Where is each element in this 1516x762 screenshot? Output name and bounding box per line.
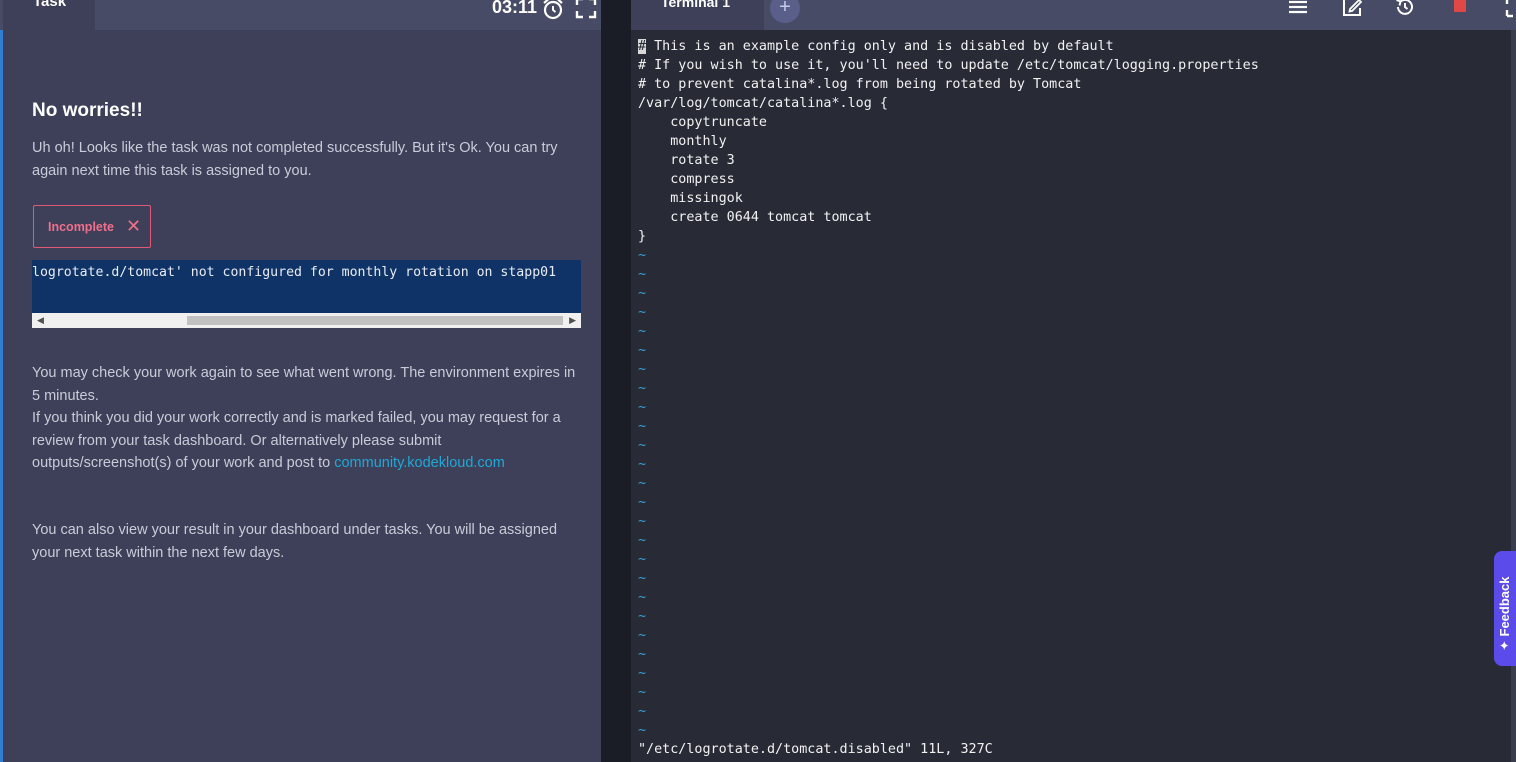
terminal-line: monthly bbox=[638, 134, 727, 149]
panel-accent-edge bbox=[0, 0, 3, 762]
panel-divider[interactable] bbox=[601, 0, 631, 762]
vim-status-line: "/etc/logrotate.d/tomcat.disabled" 11L, … bbox=[638, 742, 993, 757]
terminal-line: compress bbox=[638, 172, 735, 187]
alarm-clock-icon[interactable] bbox=[541, 0, 565, 21]
vim-empty-line: ~ bbox=[638, 438, 647, 453]
scroll-left-arrow-icon[interactable]: ◀ bbox=[37, 315, 44, 326]
vim-empty-line: ~ bbox=[638, 685, 647, 700]
vim-empty-line: ~ bbox=[638, 609, 647, 624]
terminal-panel: Terminal 1 + # This is an example config… bbox=[631, 0, 1516, 762]
dashboard-note: You can also view your result in your da… bbox=[32, 522, 558, 561]
vim-empty-line: ~ bbox=[638, 248, 647, 263]
history-icon[interactable] bbox=[1394, 0, 1416, 18]
status-badge-label: Incomplete bbox=[48, 220, 114, 234]
error-message: logrotate.d/tomcat' not configured for m… bbox=[32, 265, 557, 280]
review-instructions: You may check your work again to see wha… bbox=[32, 362, 580, 475]
scroll-right-arrow-icon[interactable]: ▶ bbox=[569, 315, 576, 326]
menu-icon[interactable] bbox=[1287, 0, 1309, 18]
vim-empty-line: ~ bbox=[638, 381, 647, 396]
review-instructions-line1: You may check your work again to see wha… bbox=[32, 365, 576, 404]
task-panel: Task 03:11 No worries!! Uh oh! Looks lik… bbox=[0, 0, 601, 762]
feedback-label: ✦ Feedback bbox=[1497, 576, 1512, 651]
terminal-cursor: # bbox=[638, 39, 647, 54]
result-message: Uh oh! Looks like the task was not compl… bbox=[32, 140, 558, 179]
vim-empty-line: ~ bbox=[638, 647, 647, 662]
review-instructions-line2: If you think you did your work correctly… bbox=[32, 407, 580, 475]
terminal-lines: # If you wish to use it, you'll need to … bbox=[638, 56, 1508, 246]
terminal-line-text: This is an example config only and is di… bbox=[646, 39, 1114, 54]
terminal-line: # to prevent catalina*.log from being ro… bbox=[638, 77, 1082, 92]
terminal-line: # This is an example config only and is … bbox=[638, 37, 1508, 56]
vim-empty-line: ~ bbox=[638, 666, 647, 681]
tab-task[interactable]: Task bbox=[3, 0, 95, 30]
terminal-panel-header: Terminal 1 + bbox=[631, 0, 1516, 30]
vim-empty-line: ~ bbox=[638, 723, 647, 738]
status-badge: Incomplete ✕ bbox=[33, 205, 151, 248]
terminal-output[interactable]: # This is an example config only and is … bbox=[638, 37, 1508, 740]
edit-icon[interactable] bbox=[1341, 0, 1363, 18]
terminal-line: copytruncate bbox=[638, 115, 767, 130]
vim-empty-lines: ~ ~ ~ ~ ~ ~ ~ ~ ~ ~ ~ ~ ~ ~ ~ ~ ~ ~ ~ ~ ~ ~ ~ ~ ~ ~ bbox=[638, 246, 1508, 740]
terminal-line: create 0644 tomcat tomcat bbox=[638, 210, 872, 225]
error-output-box: logrotate.d/tomcat' not configured for m… bbox=[32, 260, 581, 313]
scrollbar-thumb[interactable] bbox=[187, 316, 563, 325]
vim-empty-line: ~ bbox=[638, 571, 647, 586]
vim-empty-line: ~ bbox=[638, 305, 647, 320]
countdown-timer: 03:11 bbox=[492, 0, 538, 17]
vim-empty-line: ~ bbox=[638, 533, 647, 548]
community-link[interactable]: community.kodekloud.com bbox=[334, 455, 505, 471]
vim-empty-line: ~ bbox=[638, 476, 647, 491]
vim-empty-line: ~ bbox=[638, 343, 647, 358]
terminal-line: # If you wish to use it, you'll need to … bbox=[638, 58, 1259, 73]
tab-task-label: Task bbox=[33, 0, 67, 10]
vim-empty-line: ~ bbox=[638, 457, 647, 472]
vim-empty-line: ~ bbox=[638, 514, 647, 529]
feedback-button[interactable]: ✦ Feedback bbox=[1494, 551, 1516, 666]
terminal-line: /var/log/tomcat/catalina*.log { bbox=[638, 96, 888, 111]
vim-empty-line: ~ bbox=[638, 324, 647, 339]
vim-empty-line: ~ bbox=[638, 419, 647, 434]
add-terminal-button[interactable]: + bbox=[770, 0, 800, 23]
result-title: No worries!! bbox=[32, 100, 143, 121]
terminal-line: missingok bbox=[638, 191, 743, 206]
vim-empty-line: ~ bbox=[638, 628, 647, 643]
vim-empty-line: ~ bbox=[638, 286, 647, 301]
stop-icon[interactable] bbox=[1454, 0, 1466, 12]
vim-empty-line: ~ bbox=[638, 552, 647, 567]
task-panel-header: Task 03:11 bbox=[0, 0, 601, 30]
vim-empty-line: ~ bbox=[638, 704, 647, 719]
terminal-line: rotate 3 bbox=[638, 153, 735, 168]
vim-empty-line: ~ bbox=[638, 400, 647, 415]
vim-empty-line: ~ bbox=[638, 362, 647, 377]
expand-icon[interactable] bbox=[1505, 0, 1516, 18]
vim-empty-line: ~ bbox=[638, 267, 647, 282]
fullscreen-icon[interactable] bbox=[575, 0, 597, 19]
terminal-line: } bbox=[638, 229, 647, 244]
vim-empty-line: ~ bbox=[638, 495, 647, 510]
vim-empty-line: ~ bbox=[638, 590, 647, 605]
tab-terminal-1[interactable]: Terminal 1 bbox=[631, 0, 764, 30]
horizontal-scrollbar[interactable]: ◀ ▶ bbox=[32, 313, 581, 328]
close-icon: ✕ bbox=[126, 216, 142, 236]
tab-terminal-label: Terminal 1 bbox=[661, 0, 730, 10]
